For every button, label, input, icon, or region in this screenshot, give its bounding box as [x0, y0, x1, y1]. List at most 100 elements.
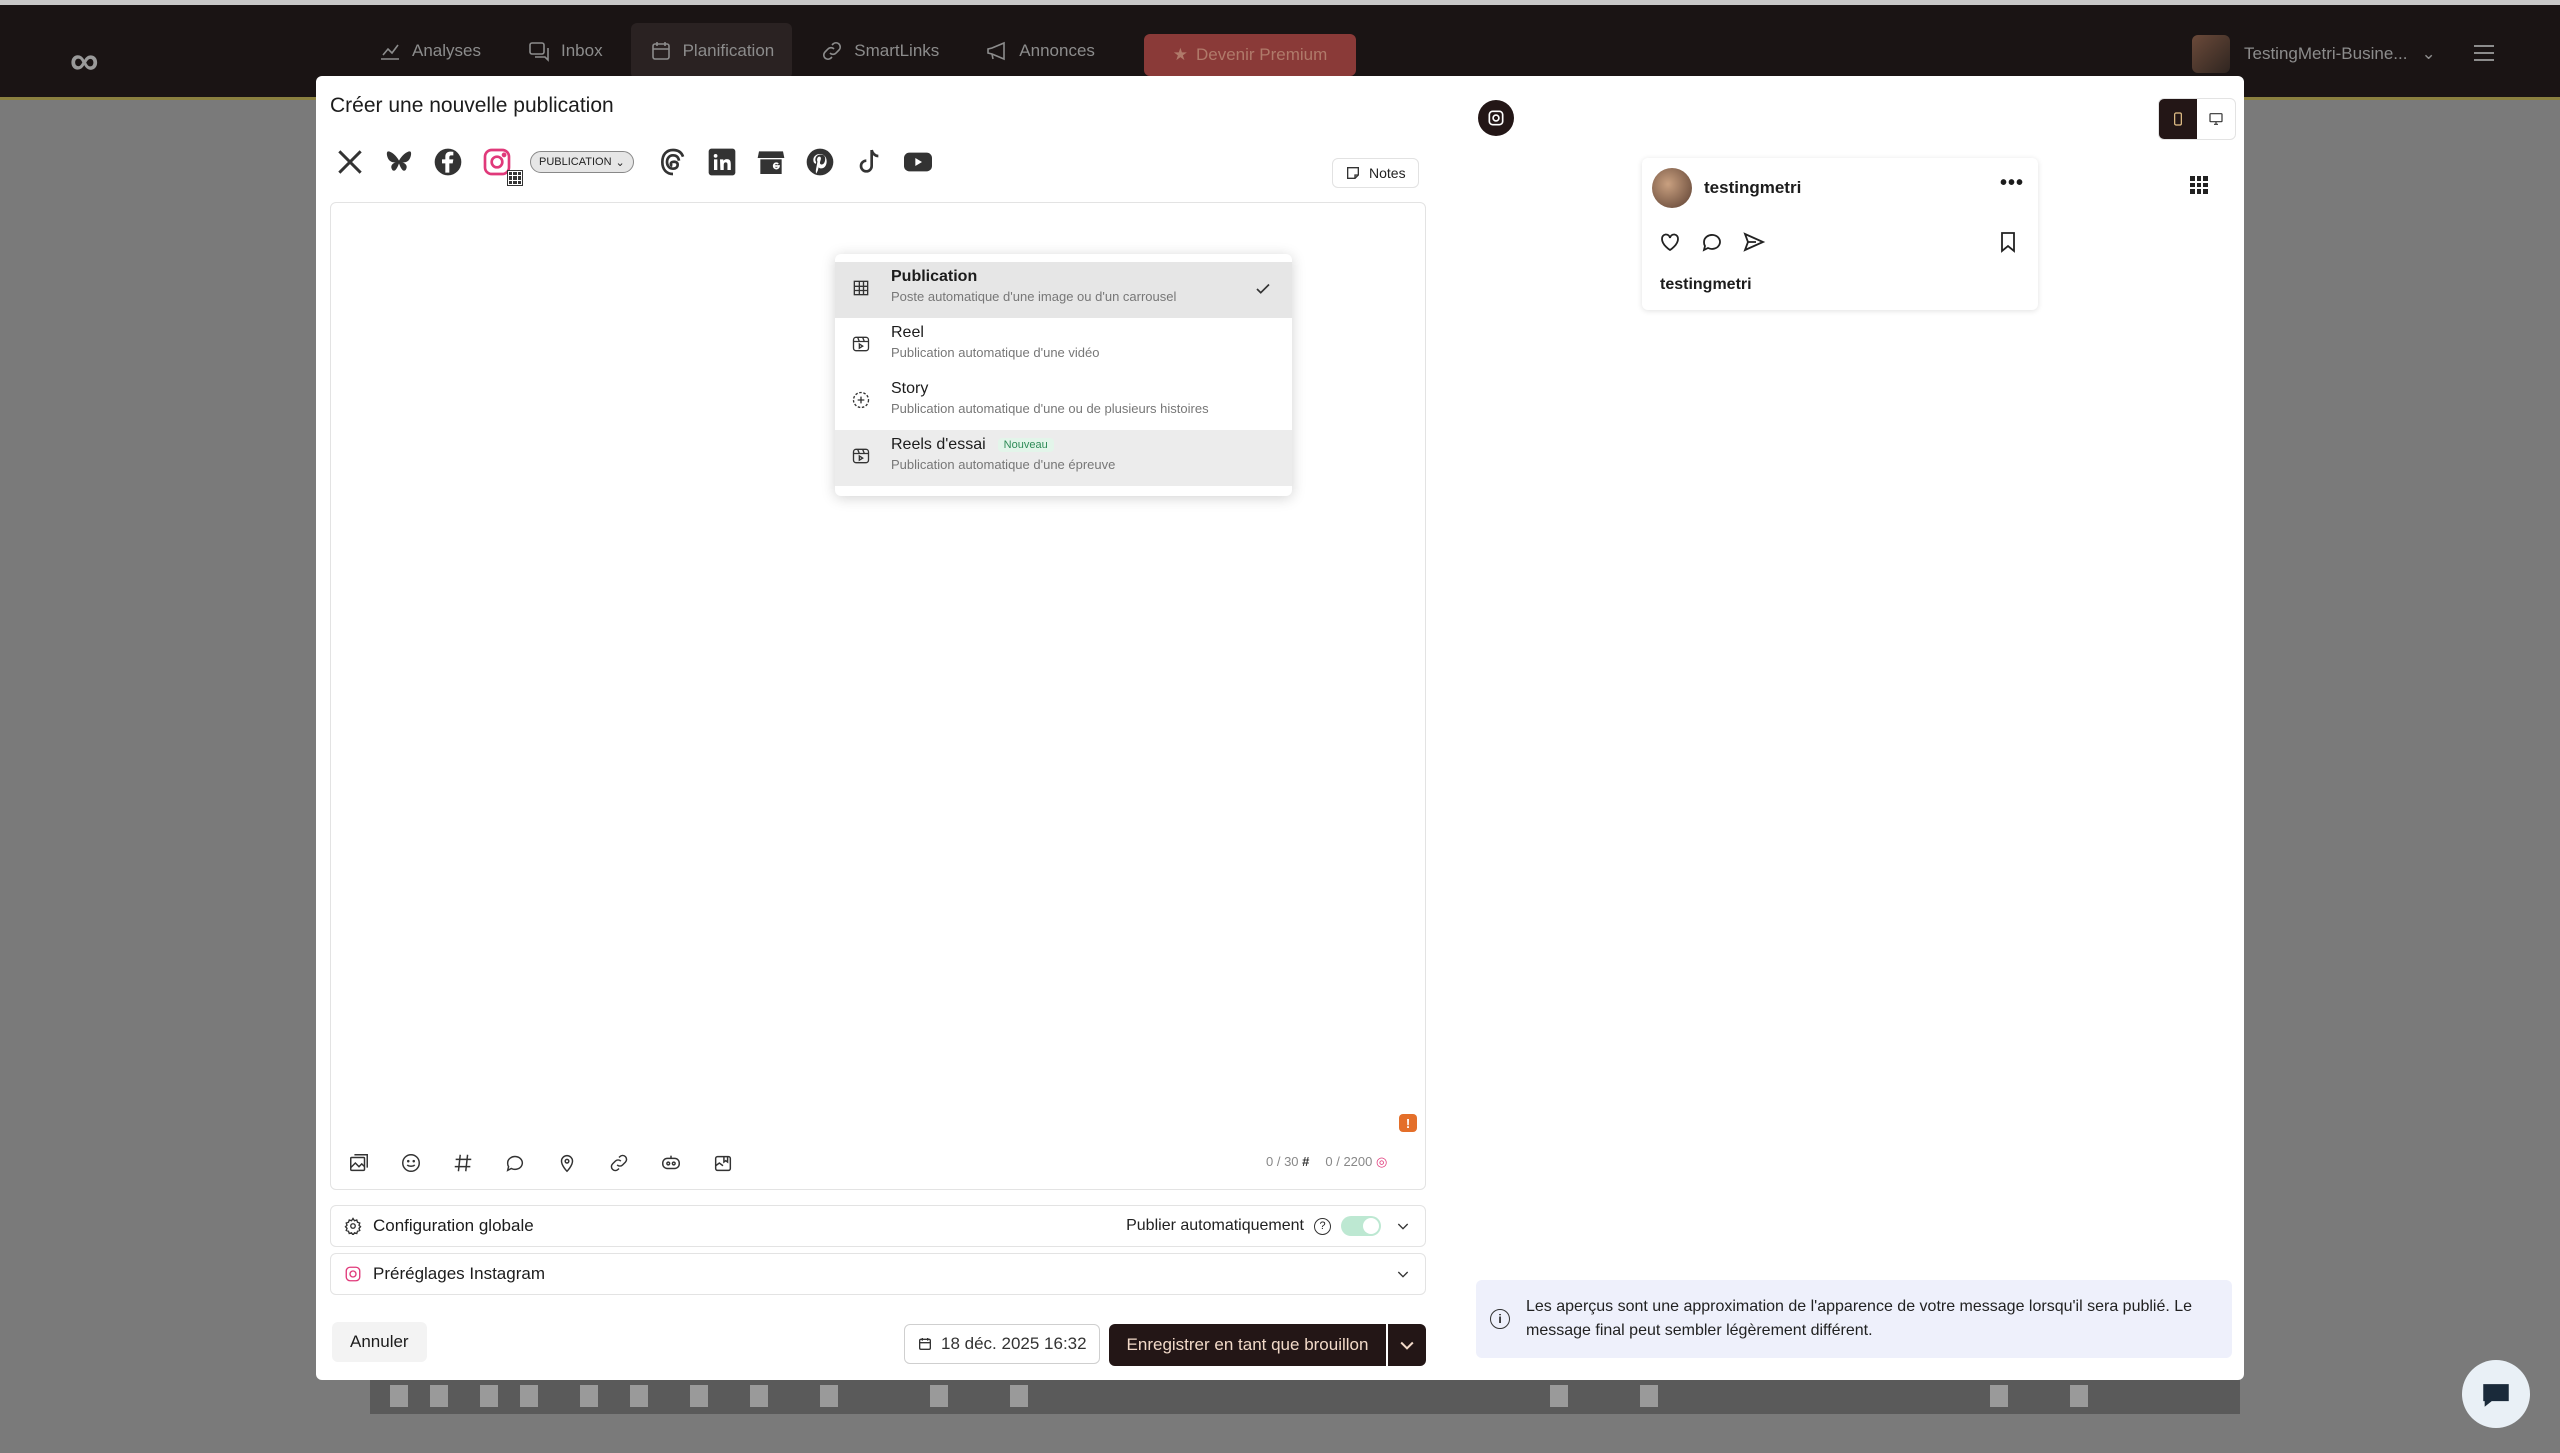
tiktok-icon[interactable] [851, 144, 887, 180]
instagram-icon[interactable] [479, 144, 523, 186]
dropdown-item-reel[interactable]: Reel Publication automatique d'une vidéo [835, 318, 1292, 374]
star-icon: ★ [1172, 45, 1188, 64]
grid-view-icon[interactable] [2190, 176, 2208, 194]
main-nav: Analyses Inbox Planification SmartLinks … [360, 23, 1113, 79]
more-icon[interactable]: ••• [2000, 173, 2024, 193]
bookmark-button[interactable] [1996, 230, 2020, 259]
post-type-selector[interactable]: PUBLICATION ⌄ [530, 151, 634, 173]
nav-inbox[interactable]: Inbox [509, 23, 621, 79]
nav-planification[interactable]: Planification [630, 23, 793, 79]
presets-label: Préréglages Instagram [373, 1264, 545, 1283]
share-icon[interactable] [1742, 230, 1766, 254]
nav-analyses-label: Analyses [412, 41, 481, 60]
autopublish-toggle[interactable] [1341, 1216, 1381, 1236]
ai-assistant-icon[interactable] [658, 1150, 684, 1176]
media-library-icon[interactable] [346, 1150, 372, 1176]
dropdown-item-title: Story [891, 380, 929, 397]
chevron-down-icon [1397, 1223, 1409, 1230]
background-calendar [370, 1376, 2240, 1414]
post-type-icon [507, 170, 523, 186]
instagram-icon [343, 1264, 363, 1284]
chart-icon [381, 44, 399, 60]
support-chat-button[interactable] [2462, 1360, 2530, 1428]
instagram-preview-tab[interactable] [1478, 100, 1514, 136]
account-menu[interactable]: TestingMetri-Busine... ⌄ [2192, 35, 2436, 73]
location-icon[interactable] [554, 1150, 580, 1176]
create-post-modal: Créer une nouvelle publication PUBLICATI… [316, 76, 2244, 1380]
nav-annonces-label: Annonces [1019, 41, 1095, 60]
nav-planification-label: Planification [682, 41, 775, 60]
facebook-icon[interactable] [430, 144, 466, 180]
bookmark-icon [2001, 232, 2015, 253]
pinterest-icon[interactable] [802, 144, 838, 180]
schedule-date-button[interactable]: 18 déc. 2025 16:32 [904, 1324, 1100, 1364]
editor-toolbar [346, 1150, 736, 1176]
emoji-icon[interactable] [398, 1150, 424, 1176]
preview-disclaimer: i Les aperçus sont une approximation de … [1476, 1280, 2232, 1358]
save-draft-button[interactable]: Enregistrer en tant que brouillon [1109, 1324, 1386, 1366]
bluesky-icon[interactable] [381, 144, 417, 180]
heart-icon[interactable] [1658, 230, 1682, 254]
premium-button[interactable]: ★ Devenir Premium [1144, 34, 1356, 76]
chevron-down-icon [1397, 1271, 1409, 1278]
preview-panel: testingmetri ••• testingmetri i Les aper… [1434, 76, 2244, 1380]
menu-icon[interactable] [2474, 45, 2494, 66]
avatar [1652, 168, 1692, 208]
char-counter: 0 / 2200 ◎ [1325, 1154, 1387, 1170]
chevron-down-icon: ⌄ [2421, 44, 2436, 63]
notes-button[interactable]: Notes [1332, 158, 1419, 188]
nav-analyses[interactable]: Analyses [360, 23, 499, 79]
hashtag-icon: # [1302, 1154, 1310, 1169]
dropdown-item-publication[interactable]: Publication Poste automatique d'une imag… [835, 262, 1292, 318]
autopublish-control: Publier automatiquement ? [1126, 1216, 1381, 1236]
inbox-icon [529, 42, 549, 62]
dropdown-item-desc: Poste automatique d'une image ou d'un ca… [891, 289, 1177, 304]
nav-annonces[interactable]: Annonces [967, 23, 1113, 79]
dropdown-item-desc: Publication automatique d'une ou de plus… [891, 401, 1209, 416]
help-icon[interactable]: ? [1314, 1217, 1331, 1235]
avatar [2192, 35, 2230, 73]
hashtag-icon[interactable] [450, 1150, 476, 1176]
comment-icon[interactable] [502, 1150, 528, 1176]
dropdown-item-title: Publication [891, 268, 978, 285]
hashtag-count: 0 / 30 [1266, 1154, 1299, 1169]
preview-username: testingmetri [1704, 178, 1802, 197]
global-config-accordion[interactable]: Configuration globale Publier automatiqu… [330, 1205, 1426, 1247]
link-icon[interactable] [606, 1150, 632, 1176]
comment-icon[interactable] [1700, 230, 1724, 254]
reel-icon [851, 334, 871, 354]
dropdown-item-story[interactable]: Story Publication automatique d'une ou d… [835, 374, 1292, 430]
google-business-icon[interactable] [753, 144, 789, 180]
save-options-button[interactable] [1388, 1324, 1426, 1366]
composer-panel: Créer une nouvelle publication PUBLICATI… [316, 76, 1434, 1380]
hashtag-counter: 0 / 30 # [1266, 1154, 1309, 1170]
app-logo[interactable]: ∞ [70, 39, 98, 84]
dropdown-item-desc: Publication automatique d'une épreuve [891, 457, 1116, 472]
notes-label: Notes [1369, 165, 1406, 181]
linkedin-icon[interactable] [704, 144, 740, 180]
dropdown-item-title: Reel [891, 324, 924, 341]
check-icon [1256, 283, 1270, 294]
gallery-icon[interactable] [710, 1150, 736, 1176]
reel-icon [851, 446, 871, 466]
link-icon [823, 41, 842, 61]
desktop-view-button[interactable] [2197, 99, 2235, 139]
post-type-label: PUBLICATION [539, 156, 612, 168]
mobile-view-button[interactable] [2159, 99, 2197, 139]
threads-icon[interactable] [655, 144, 691, 180]
warning-icon[interactable]: ! [1399, 1114, 1417, 1132]
dropdown-item-trial-reels[interactable]: Reels d'essai Nouveau Publication automa… [835, 430, 1292, 486]
chevron-down-icon [1400, 1341, 1414, 1350]
disclaimer-text: Les aperçus sont une approximation de l'… [1526, 1298, 2193, 1339]
info-icon: i [1490, 1309, 1510, 1329]
calendar-icon [651, 42, 670, 60]
nav-smartlinks[interactable]: SmartLinks [802, 23, 957, 79]
instagram-presets-accordion[interactable]: Préréglages Instagram [330, 1253, 1426, 1295]
cancel-button[interactable]: Annuler [332, 1322, 427, 1362]
mobile-icon [2174, 112, 2182, 126]
x-icon[interactable] [332, 144, 368, 180]
desktop-icon [2209, 113, 2223, 125]
youtube-icon[interactable] [900, 144, 936, 180]
calendar-icon [919, 1338, 931, 1350]
new-badge: Nouveau [997, 438, 1054, 452]
